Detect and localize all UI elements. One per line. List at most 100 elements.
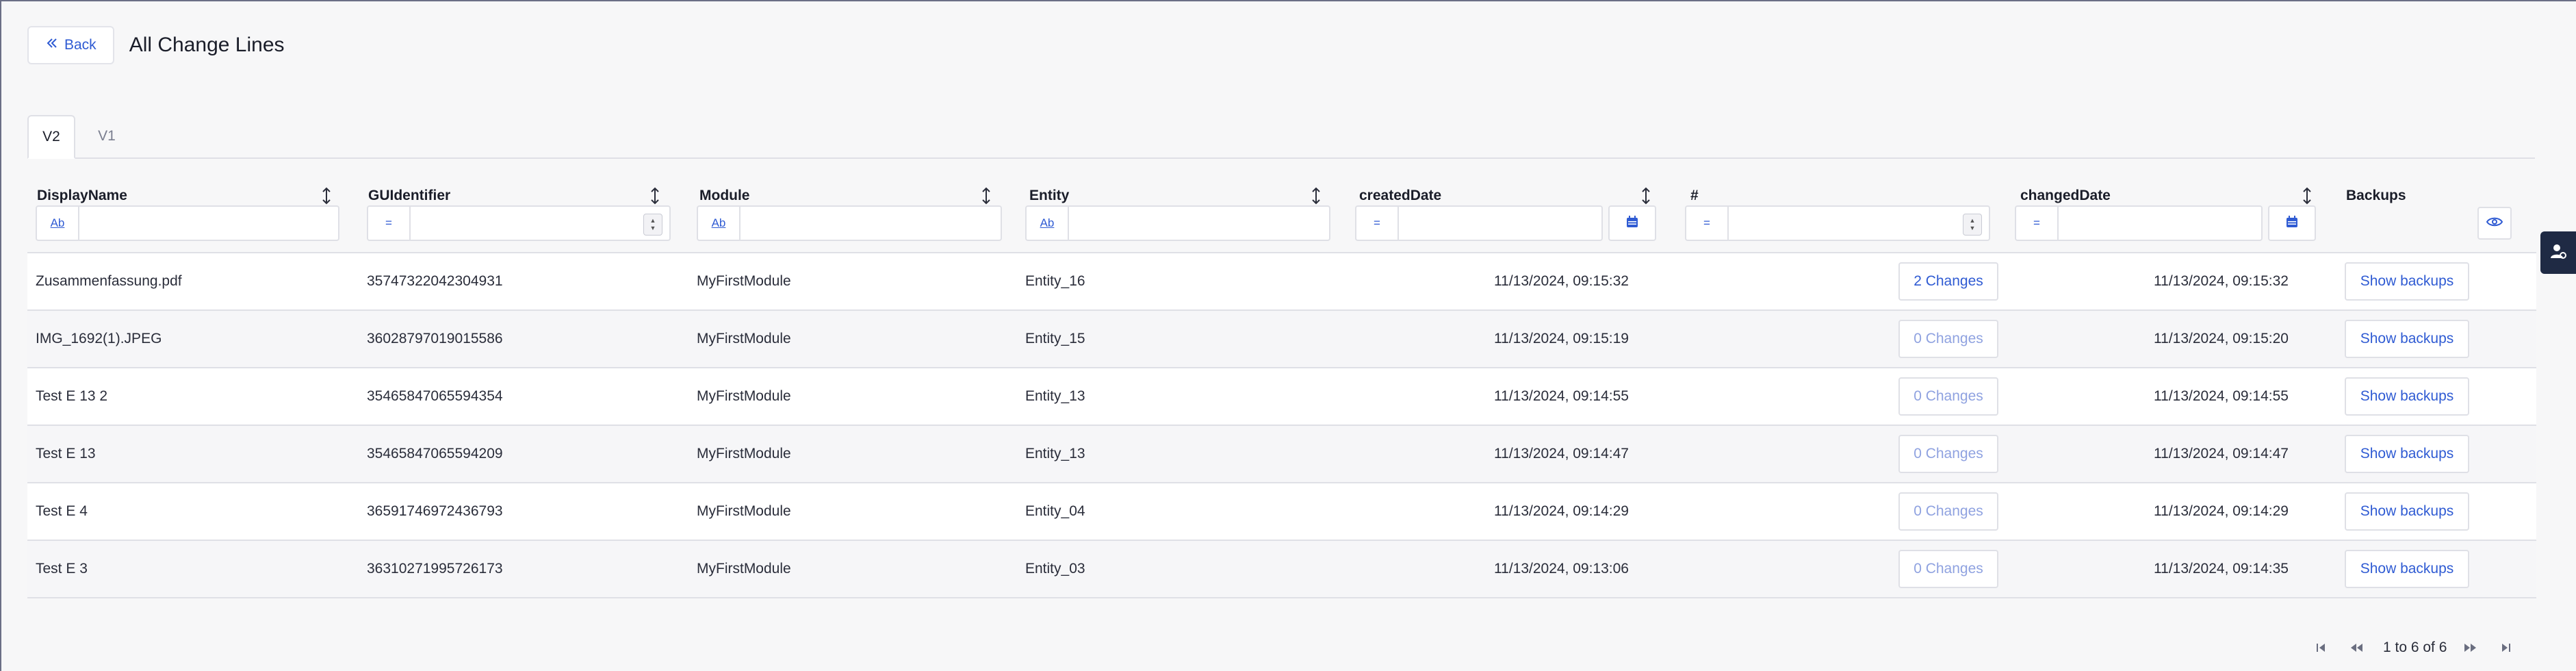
filter-entity-input[interactable] — [1069, 207, 1329, 240]
cell-guidentifier: 35747322042304931 — [367, 273, 503, 289]
column-title: createdDate — [1359, 188, 1442, 203]
filter-changes-count-input[interactable]: ▲ ▼ — [1729, 207, 1989, 240]
calendar-icon — [1625, 215, 1639, 232]
page-title: All Change Lines — [129, 34, 285, 56]
column-title: # — [1690, 188, 1699, 203]
table-row[interactable]: Test E 4 36591746972436793 MyFirstModule… — [27, 483, 2536, 541]
page-status: 1 to 6 of 6 — [2383, 640, 2447, 655]
filter-createddate-input[interactable] — [1399, 207, 1601, 240]
cell-entity: Entity_04 — [1025, 503, 1085, 519]
cell-module: MyFirstModule — [697, 331, 791, 346]
cell-displayname: Test E 4 — [36, 503, 88, 519]
filter-operator-button[interactable]: Ab — [1027, 207, 1069, 240]
tab-v1[interactable]: V1 — [86, 115, 127, 157]
show-backups-button[interactable]: Show backups — [2345, 435, 2469, 473]
changes-button[interactable]: 0 Changes — [1898, 492, 1998, 531]
user-settings-tab[interactable] — [2540, 231, 2576, 274]
cell-guidentifier: 36310271995726173 — [367, 561, 503, 577]
filter-changeddate-input[interactable] — [2059, 207, 2261, 240]
last-page-icon[interactable] — [2492, 634, 2519, 661]
filter-changeddate: = — [2015, 205, 2263, 241]
column-title: changedDate — [2020, 188, 2111, 203]
chevrons-left-icon — [45, 36, 59, 54]
filter-operator-button[interactable]: = — [1686, 207, 1729, 240]
sort-arrows-icon[interactable] — [979, 186, 994, 205]
cell-createddate: 11/13/2024, 09:15:19 — [1494, 331, 1629, 346]
number-stepper[interactable]: ▲ ▼ — [1963, 214, 1982, 236]
table-row[interactable]: Test E 3 36310271995726173 MyFirstModule… — [27, 541, 2536, 598]
back-button-label: Back — [64, 37, 96, 53]
filter-module-input[interactable] — [740, 207, 1001, 240]
sort-arrows-icon[interactable] — [1638, 186, 1653, 205]
changes-button[interactable]: 2 Changes — [1898, 262, 1998, 301]
filter-operator-button[interactable]: = — [368, 207, 411, 240]
changes-button[interactable]: 0 Changes — [1898, 550, 1998, 588]
filter-guidentifier: = ▲ ▼ — [367, 205, 671, 241]
cell-changeddate: 11/13/2024, 09:15:32 — [2154, 273, 2289, 289]
show-backups-button[interactable]: Show backups — [2345, 550, 2469, 588]
show-backups-button[interactable]: Show backups — [2345, 377, 2469, 416]
cell-changeddate: 11/13/2024, 09:14:29 — [2154, 503, 2289, 519]
change-lines-grid: DisplayName Ab GUIdentifier = ▲▼ Module — [27, 174, 2536, 598]
version-tabs: V2 V1 — [27, 115, 2535, 159]
show-backups-button[interactable]: Show backups — [2345, 492, 2469, 531]
back-button[interactable]: Back — [27, 26, 114, 64]
sort-arrows-icon[interactable] — [1309, 186, 1324, 205]
filter-operator-button[interactable]: = — [2016, 207, 2059, 240]
changes-button[interactable]: 0 Changes — [1898, 435, 1998, 473]
column-title: GUIdentifier — [368, 188, 451, 203]
filter-operator-button[interactable]: Ab — [37, 207, 79, 240]
cell-createddate: 11/13/2024, 09:14:29 — [1494, 503, 1629, 519]
sort-arrows-icon[interactable] — [319, 186, 334, 205]
column-title: Entity — [1029, 188, 1070, 203]
number-stepper[interactable]: ▲ ▼ — [643, 214, 662, 236]
filter-operator-button[interactable]: = — [1356, 207, 1399, 240]
cell-displayname: Test E 13 2 — [36, 388, 108, 404]
table-row[interactable]: IMG_1692(1).JPEG 36028797019015586 MyFir… — [27, 311, 2536, 368]
changes-button[interactable]: 0 Changes — [1898, 320, 1998, 358]
cell-entity: Entity_13 — [1025, 446, 1085, 461]
cell-module: MyFirstModule — [697, 273, 791, 289]
cell-createddate: 11/13/2024, 09:13:06 — [1494, 561, 1629, 577]
prev-page-icon[interactable] — [2343, 634, 2371, 661]
sort-arrows-icon[interactable] — [2300, 186, 2315, 205]
cell-changeddate: 11/13/2024, 09:14:47 — [2154, 446, 2289, 461]
cell-guidentifier: 36028797019015586 — [367, 331, 503, 346]
cell-module: MyFirstModule — [697, 388, 791, 404]
cell-displayname: Zusammenfassung.pdf — [36, 273, 182, 289]
column-title: Module — [699, 188, 750, 203]
cell-entity: Entity_03 — [1025, 561, 1085, 577]
first-page-icon[interactable] — [2308, 634, 2335, 661]
tab-v2[interactable]: V2 — [27, 115, 75, 159]
table-row[interactable]: Test E 13 35465847065594209 MyFirstModul… — [27, 426, 2536, 483]
filter-displayname: Ab — [36, 205, 339, 241]
table-row[interactable]: Test E 13 2 35465847065594354 MyFirstMod… — [27, 368, 2536, 426]
sort-arrows-icon[interactable] — [647, 186, 662, 205]
cell-createddate: 11/13/2024, 09:14:47 — [1494, 446, 1629, 461]
cell-module: MyFirstModule — [697, 503, 791, 519]
cell-entity: Entity_13 — [1025, 388, 1085, 404]
changes-button[interactable]: 0 Changes — [1898, 377, 1998, 416]
show-backups-button[interactable]: Show backups — [2345, 262, 2469, 301]
next-page-icon[interactable] — [2456, 634, 2484, 661]
cell-guidentifier: 35465847065594209 — [367, 446, 503, 461]
column-visibility-button[interactable] — [2477, 207, 2512, 240]
cell-guidentifier: 35465847065594354 — [367, 388, 503, 404]
cell-changeddate: 11/13/2024, 09:14:35 — [2154, 561, 2289, 577]
show-backups-button[interactable]: Show backups — [2345, 320, 2469, 358]
pagination: 1 to 6 of 6 — [2308, 634, 2527, 661]
cell-module: MyFirstModule — [697, 446, 791, 461]
filter-displayname-input[interactable] — [79, 207, 338, 240]
cell-entity: Entity_15 — [1025, 331, 1085, 346]
cell-createddate: 11/13/2024, 09:14:55 — [1494, 388, 1629, 404]
calendar-button[interactable] — [2268, 205, 2316, 241]
filter-guidentifier-input[interactable]: ▲ ▼ — [411, 207, 669, 240]
column-title: Backups — [2346, 188, 2406, 203]
table-row[interactable]: Zusammenfassung.pdf 35747322042304931 My… — [27, 253, 2536, 311]
calendar-button[interactable] — [1608, 205, 1656, 241]
page-header: Back All Change Lines — [27, 26, 285, 64]
filter-operator-button[interactable]: Ab — [698, 207, 740, 240]
cell-changeddate: 11/13/2024, 09:14:55 — [2154, 388, 2289, 404]
filter-changes-count: = ▲ ▼ — [1685, 205, 1990, 241]
filter-entity: Ab — [1025, 205, 1330, 241]
